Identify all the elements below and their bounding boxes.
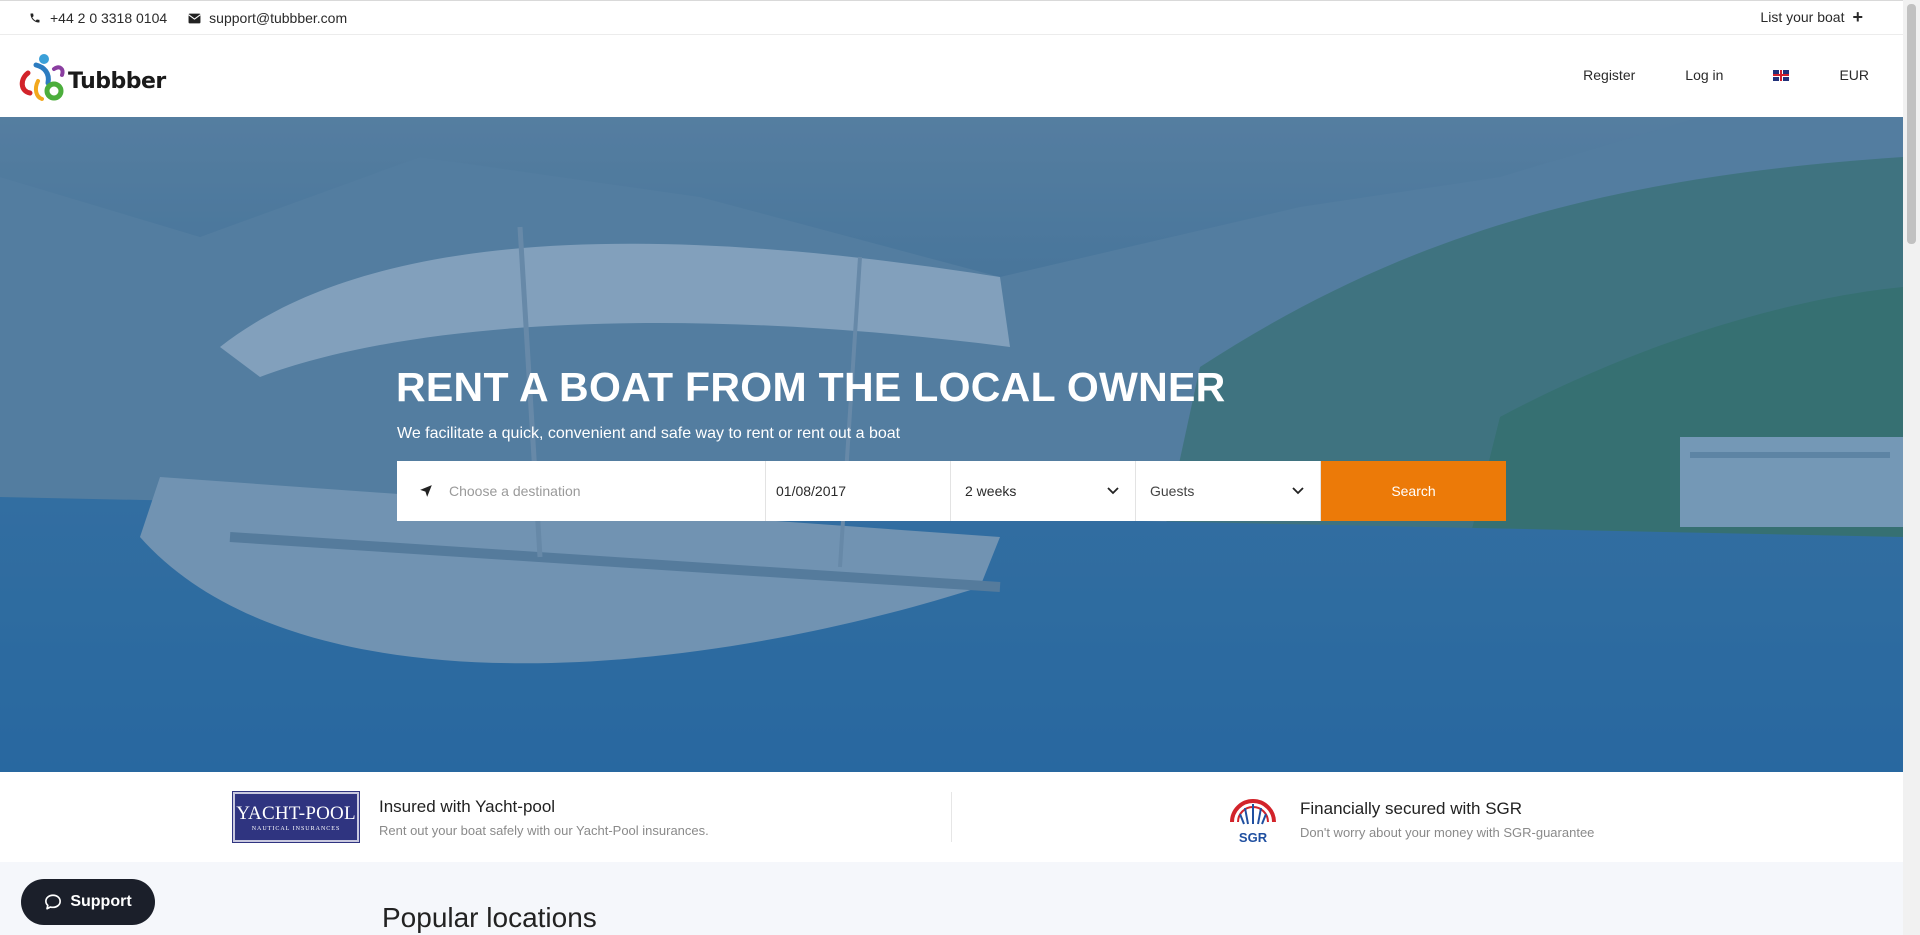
sgr-block: SGR Financially secured with SGR Don't w…	[1226, 792, 1594, 846]
top-bar: +44 2 0 3318 0104 support@tubbber.com Li…	[0, 0, 1903, 35]
chat-bubble-icon	[45, 894, 62, 910]
yachtpool-logo: YACHT-POOL NAUTICAL INSURANCES	[232, 791, 360, 843]
envelope-icon	[187, 11, 201, 25]
yachtpool-title: Insured with Yacht-pool	[379, 796, 556, 816]
sgr-logo-text: SGR	[1239, 830, 1268, 845]
guests-value: Guests	[1150, 483, 1195, 499]
guests-select[interactable]: Guests	[1136, 461, 1321, 521]
hero-subtitle: We facilitate a quick, convenient and sa…	[397, 425, 901, 442]
hero-overlay	[0, 117, 1903, 772]
duration-select[interactable]: 2 weeks	[951, 461, 1136, 521]
register-link[interactable]: Register	[1583, 67, 1635, 83]
chevron-down-icon	[1292, 487, 1304, 495]
yachtpool-desc: Rent out your boat safely with our Yacht…	[379, 822, 709, 838]
header-nav: Register Log in EUR	[1533, 67, 1869, 83]
search-button[interactable]: Search	[1321, 461, 1506, 521]
yachtpool-block: YACHT-POOL NAUTICAL INSURANCES Insured w…	[232, 791, 709, 843]
sgr-logo: SGR	[1230, 799, 1276, 845]
location-arrow-icon	[420, 485, 432, 497]
logo-mark-icon	[19, 54, 65, 101]
sgr-title: Financially secured with SGR	[1300, 798, 1523, 818]
currency-selector[interactable]: EUR	[1839, 67, 1869, 83]
support-chat-button[interactable]: Support	[21, 879, 155, 925]
uk-flag-icon[interactable]	[1773, 69, 1790, 81]
phone-icon	[28, 11, 42, 25]
duration-value: 2 weeks	[965, 483, 1017, 499]
hero-title: RENT A BOAT FROM THE LOCAL OWNER	[396, 364, 1226, 410]
support-email[interactable]: support@tubbber.com	[209, 10, 347, 26]
search-form: 01/08/2017 2 weeks Guests Search	[397, 461, 1506, 521]
sgr-desc: Don't worry about your money with SGR-gu…	[1300, 824, 1595, 840]
popular-locations-section: Popular locations	[0, 862, 1903, 935]
phone-number[interactable]: +44 2 0 3318 0104	[50, 10, 167, 26]
chevron-down-icon	[1107, 487, 1119, 495]
trust-band: YACHT-POOL NAUTICAL INSURANCES Insured w…	[0, 772, 1903, 862]
contact-info: +44 2 0 3318 0104 support@tubbber.com	[28, 10, 367, 26]
page-scrollbar[interactable]	[1903, 0, 1920, 935]
hero-banner: RENT A BOAT FROM THE LOCAL OWNER We faci…	[0, 117, 1903, 772]
destination-input[interactable]	[449, 483, 729, 499]
date-input[interactable]: 01/08/2017	[766, 461, 951, 521]
list-your-boat-link[interactable]: List your boat +	[1760, 7, 1863, 27]
tubbber-logo[interactable]: Tubbber	[14, 51, 166, 103]
list-your-boat-label: List your boat	[1760, 9, 1845, 25]
plus-icon: +	[1852, 7, 1863, 27]
support-label: Support	[70, 893, 132, 910]
logo-wordmark: Tubbber	[68, 68, 166, 94]
main-header: Tubbber Register Log in EUR	[0, 35, 1903, 117]
destination-field[interactable]	[397, 461, 766, 521]
scrollbar-thumb[interactable]	[1907, 4, 1916, 244]
popular-locations-heading: Popular locations	[382, 902, 597, 933]
trust-divider	[951, 792, 952, 842]
login-link[interactable]: Log in	[1685, 67, 1723, 83]
